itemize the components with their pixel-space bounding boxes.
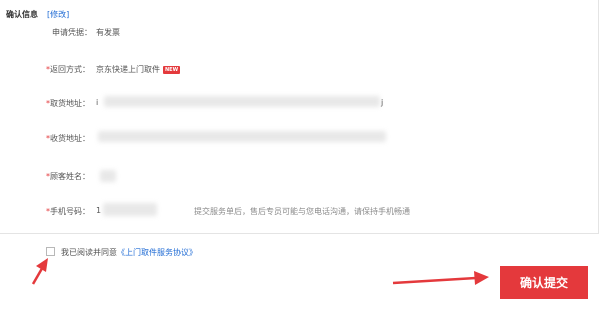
submit-button[interactable]: 确认提交 — [500, 266, 588, 299]
arrow-to-checkbox — [31, 258, 48, 285]
annotation-arrows — [31, 258, 489, 285]
arrow-to-submit — [392, 271, 489, 285]
